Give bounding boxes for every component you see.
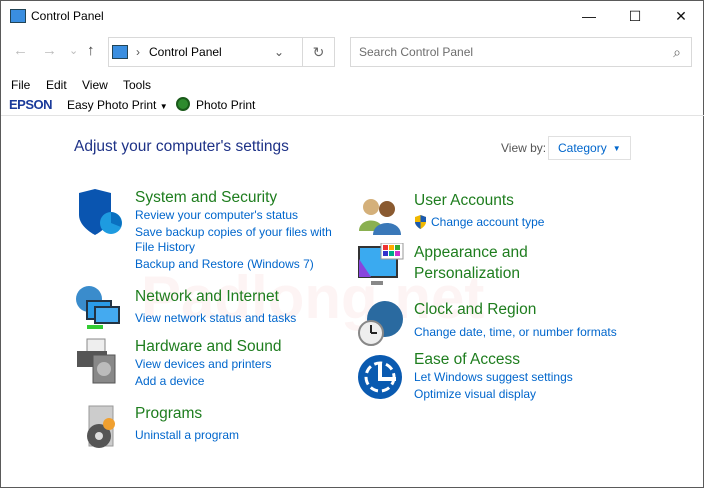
address-dropdown-icon[interactable]: ⌄ <box>274 45 302 59</box>
uac-shield-icon <box>415 215 426 229</box>
epson-logo: EPSON <box>9 97 53 112</box>
menu-tools[interactable]: Tools <box>123 78 151 92</box>
menu-file[interactable]: File <box>11 78 30 92</box>
search-icon[interactable]: ⌕ <box>673 44 681 61</box>
easy-photo-print-button[interactable]: Easy Photo Print ▼ <box>67 98 168 112</box>
control-panel-icon <box>112 45 128 59</box>
search-placeholder: Search Control Panel <box>359 45 474 59</box>
window-title: Control Panel <box>31 9 104 23</box>
ease-of-access-icon <box>358 355 402 399</box>
view-by-dropdown[interactable]: Category ▼ <box>548 136 631 160</box>
network-icon <box>76 286 120 329</box>
photo-print-button[interactable]: Photo Print <box>196 98 255 112</box>
link-backup-restore[interactable]: Backup and Restore (Windows 7) <box>135 256 314 273</box>
link-devices-printers[interactable]: View devices and printers <box>135 356 272 373</box>
view-by-label: View by: <box>501 141 547 155</box>
link-optimize-visual-display[interactable]: Optimize visual display <box>414 386 536 403</box>
category-user-accounts[interactable]: User Accounts <box>414 192 514 210</box>
breadcrumb-control-panel[interactable]: Control Panel <box>149 45 222 59</box>
easy-photo-print-label: Easy Photo Print <box>67 98 157 112</box>
shield-icon <box>79 189 122 235</box>
search-input[interactable]: Search Control Panel ⌕ <box>350 37 692 67</box>
close-button[interactable]: ✕ <box>658 1 704 31</box>
breadcrumb-separator: › <box>136 45 140 59</box>
divider <box>1 115 704 116</box>
up-icon[interactable]: ↑ <box>87 42 95 59</box>
link-change-date-formats[interactable]: Change date, time, or number formats <box>414 324 617 341</box>
monitor-palette-icon <box>358 243 404 285</box>
category-system-and-security[interactable]: System and Security <box>135 189 277 207</box>
link-change-account-type[interactable]: Change account type <box>431 214 544 231</box>
menu-edit[interactable]: Edit <box>46 78 67 92</box>
printer-speaker-icon <box>77 338 116 384</box>
refresh-button[interactable]: ↻ <box>302 38 334 66</box>
category-ease-of-access[interactable]: Ease of Access <box>414 351 520 369</box>
link-windows-suggest-settings[interactable]: Let Windows suggest settings <box>414 369 573 386</box>
back-icon[interactable]: ← <box>13 42 28 59</box>
menu-view[interactable]: View <box>82 78 108 92</box>
link-add-device[interactable]: Add a device <box>135 373 204 390</box>
programs-icon <box>87 405 115 448</box>
category-appearance-and-personalization-line2[interactable]: Personalization <box>414 265 520 283</box>
app-icon <box>10 9 26 23</box>
category-programs[interactable]: Programs <box>135 405 202 423</box>
address-bar[interactable]: › Control Panel ⌄ ↻ <box>108 37 335 67</box>
category-network-and-internet[interactable]: Network and Internet <box>135 288 279 306</box>
users-icon <box>359 199 401 235</box>
dropdown-arrow-icon: ▼ <box>159 102 168 111</box>
category-clock-and-region[interactable]: Clock and Region <box>414 301 536 319</box>
link-review-status[interactable]: Review your computer's status <box>135 207 298 224</box>
view-by-value: Category <box>558 141 607 155</box>
clock-globe-icon <box>358 301 403 346</box>
category-hardware-and-sound[interactable]: Hardware and Sound <box>135 338 282 356</box>
link-uninstall-program[interactable]: Uninstall a program <box>135 427 239 444</box>
link-network-status[interactable]: View network status and tasks <box>135 310 296 327</box>
forward-icon[interactable]: → <box>42 42 57 59</box>
chevron-down-icon: ▼ <box>612 143 621 153</box>
page-title: Adjust your computer's settings <box>74 138 289 155</box>
link-file-history-cont[interactable]: File History <box>135 239 195 256</box>
maximize-button[interactable]: ☐ <box>612 1 658 31</box>
minimize-button[interactable]: — <box>566 1 612 31</box>
photo-print-icon <box>176 97 190 111</box>
recent-locations-icon[interactable]: ⌄ <box>69 44 78 57</box>
category-appearance-and-personalization[interactable]: Appearance and <box>414 244 528 262</box>
